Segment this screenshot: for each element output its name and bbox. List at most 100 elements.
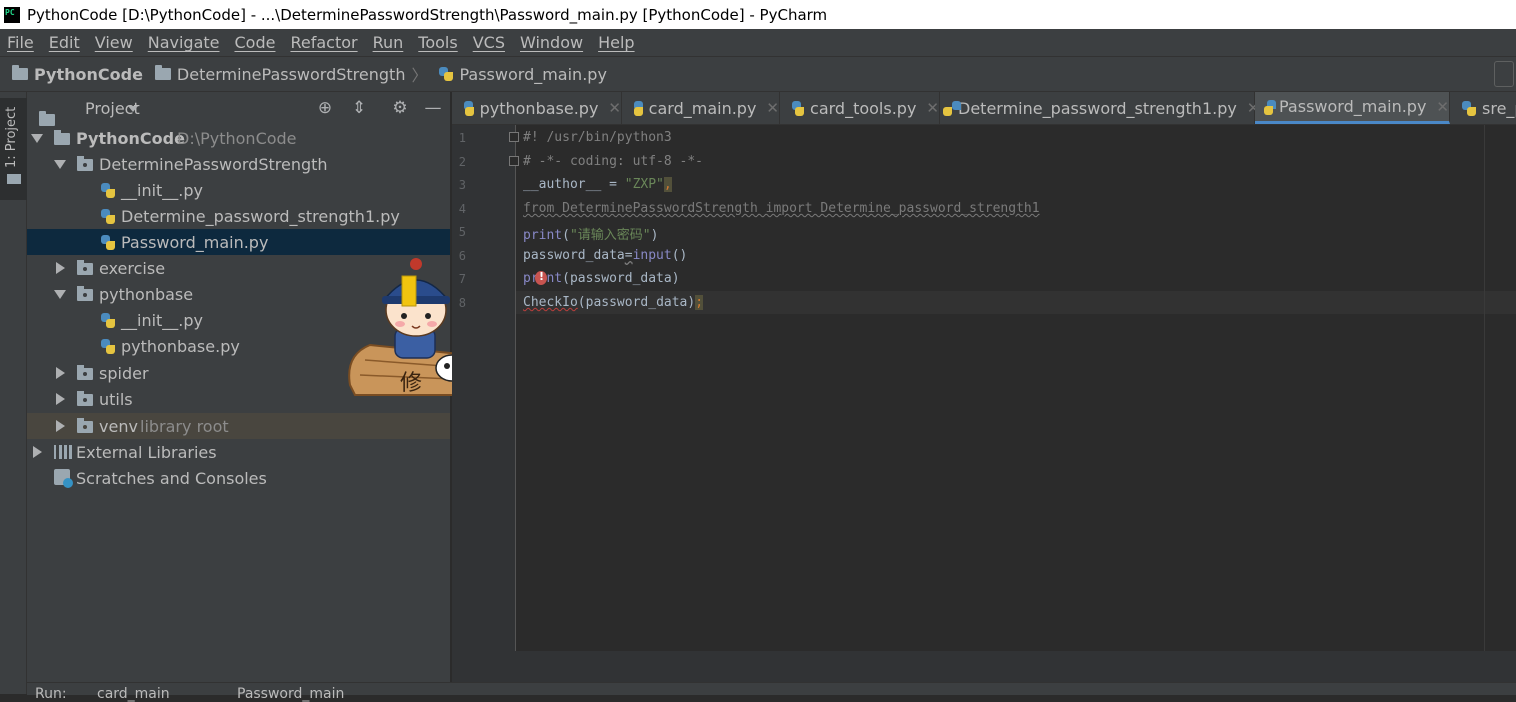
chevron-down-icon[interactable] [128,106,138,112]
line-number: 8 [458,296,466,310]
python-file-icon [439,67,454,81]
code-line-8: CheckIo(password_data); [523,295,704,310]
tree-item-determinepasswordstrength[interactable]: DeterminePasswordStrength [27,151,450,177]
close-icon[interactable]: ✕ [1436,98,1449,116]
menu-navigate[interactable]: Navigate [141,33,228,52]
breadcrumb-file[interactable]: Password_main.py [427,65,607,84]
project-tool-label: 1: Project [4,106,19,168]
folder-icon [54,130,70,145]
svg-text:修: 修 [400,371,422,396]
menu-window[interactable]: Window [513,33,591,52]
tree-item-label: DeterminePasswordStrength [99,154,328,174]
folder-icon [154,65,171,80]
breadcrumb-project[interactable]: PythonCode [0,65,143,84]
tree-item-path: D:\PythonCode [177,128,297,148]
tree-item-label: exercise [99,258,166,278]
folder-icon [77,156,93,171]
close-icon[interactable]: ✕ [766,99,779,117]
expand-arrow-icon[interactable] [54,290,66,299]
tree-item-label: Determine_password_strength1.py [121,206,400,226]
fold-marker-icon[interactable] [509,156,519,166]
tree-item-scratches[interactable]: Scratches and Consoles [27,465,450,491]
tree-item-determine-password-strength1[interactable]: Determine_password_strength1.py [27,203,450,229]
code-line-4: from DeterminePasswordStrength import De… [523,201,1040,216]
folder-icon [39,110,55,126]
collapse-arrow-icon[interactable] [56,367,65,379]
folder-icon [77,391,93,406]
menu-refactor[interactable]: Refactor [283,33,365,52]
python-file-icon [633,100,643,116]
tab-pythonbase[interactable]: pythonbase.py ✕ [452,92,622,124]
tree-item-init-py[interactable]: __init__.py [27,177,450,203]
line-number: 5 [458,225,466,239]
tab-label: Determine_password_strength1.py [958,98,1237,118]
line-number: 4 [458,202,466,216]
fold-marker-icon[interactable] [509,132,519,142]
menu-vcs[interactable]: VCS [466,33,513,52]
python-file-icon [101,312,115,328]
run-tab-card-main[interactable]: card_main [97,686,170,702]
breadcrumb-folder[interactable]: DeterminePasswordStrength 〉 [143,62,427,86]
tree-item-pythoncode[interactable]: PythonCode D:\PythonCode [27,125,450,151]
right-margin-guide [1484,125,1485,651]
tab-label: card_tools.py [810,98,917,118]
run-label: Run: [35,686,67,702]
close-icon[interactable]: ✕ [608,99,621,117]
run-config-button[interactable] [1494,61,1514,87]
close-icon[interactable]: ✕ [926,99,939,117]
run-tab-password-main[interactable]: Password_main [237,686,344,702]
line-number: 3 [458,178,466,192]
tab-password-main[interactable]: Password_main.py ✕ [1255,92,1450,124]
menu-view[interactable]: View [88,33,141,52]
tree-item-label: pythonbase [99,284,194,304]
library-root-tag: library root [140,416,229,436]
editor-tab-bar: pythonbase.py ✕ card_main.py ✕ card_tool… [452,92,1516,125]
tab-card-main[interactable]: card_main.py ✕ [622,92,780,124]
collapse-arrow-icon[interactable] [56,393,65,405]
code-editor[interactable]: 1 2 3 4 5 6 7 8 #! /usr/bin/python3 # -*… [452,125,1516,651]
menu-tools[interactable]: Tools [411,33,465,52]
menu-help[interactable]: Help [591,33,642,52]
breadcrumb-folder-label: DeterminePasswordStrength [176,64,406,84]
locate-target-icon[interactable]: ⊕ [315,98,335,118]
folder-icon [77,260,93,275]
menu-code[interactable]: Code [228,33,284,52]
tab-label: pythonbase.py [479,98,599,118]
python-file-icon [101,182,115,198]
expand-arrow-icon[interactable] [31,134,43,143]
folder-icon [77,286,93,301]
scratches-icon [54,469,73,488]
code-line-2: # -*- coding: utf-8 -*- [523,154,704,169]
run-tool-strip: Run: card_main Password_main [27,682,1516,702]
collapse-arrow-icon[interactable] [56,262,65,274]
window-title: PythonCode [D:\PythonCode] - ...\Determi… [27,5,828,24]
tab-label: sre_p [1482,98,1516,118]
project-tool-window-button[interactable]: 1: Project [0,98,27,200]
tab-label: Password_main.py [1279,97,1427,116]
collapse-arrow-icon[interactable] [33,446,42,458]
menu-bar: File Edit View Navigate Code Refactor Ru… [0,29,1516,56]
menu-edit[interactable]: Edit [42,33,88,52]
editor-bottom-area [452,651,1516,682]
tab-card-tools[interactable]: card_tools.py ✕ [780,92,940,124]
line-number: 2 [458,155,466,169]
gear-icon[interactable]: ⚙ [390,98,410,118]
collapse-arrow-icon[interactable] [56,420,65,432]
expand-arrow-icon[interactable] [54,160,66,169]
python-file-icon [1462,100,1476,116]
breadcrumb-project-label: PythonCode [34,64,143,84]
tab-sre-p[interactable]: sre_p [1450,92,1516,124]
window-title-bar: PythonCode [D:\PythonCode] - ...\Determi… [0,0,1516,29]
line-number: 6 [458,249,466,263]
tree-item-venv[interactable]: venv library root [27,413,450,439]
error-bulb-icon[interactable] [535,270,547,285]
minimize-icon[interactable]: — [423,98,443,118]
menu-file[interactable]: File [0,33,42,52]
menu-run[interactable]: Run [366,33,412,52]
collapse-all-icon[interactable]: ⇕ [349,98,369,118]
tree-item-external-libraries[interactable]: External Libraries [27,439,450,465]
tab-determine-password-strength1[interactable]: Determine_password_strength1.py ✕ [940,92,1259,124]
project-panel-header: Project ⊕ ⇕ ⚙ — [27,92,450,126]
folder-icon [77,418,93,433]
library-icon [54,445,74,459]
